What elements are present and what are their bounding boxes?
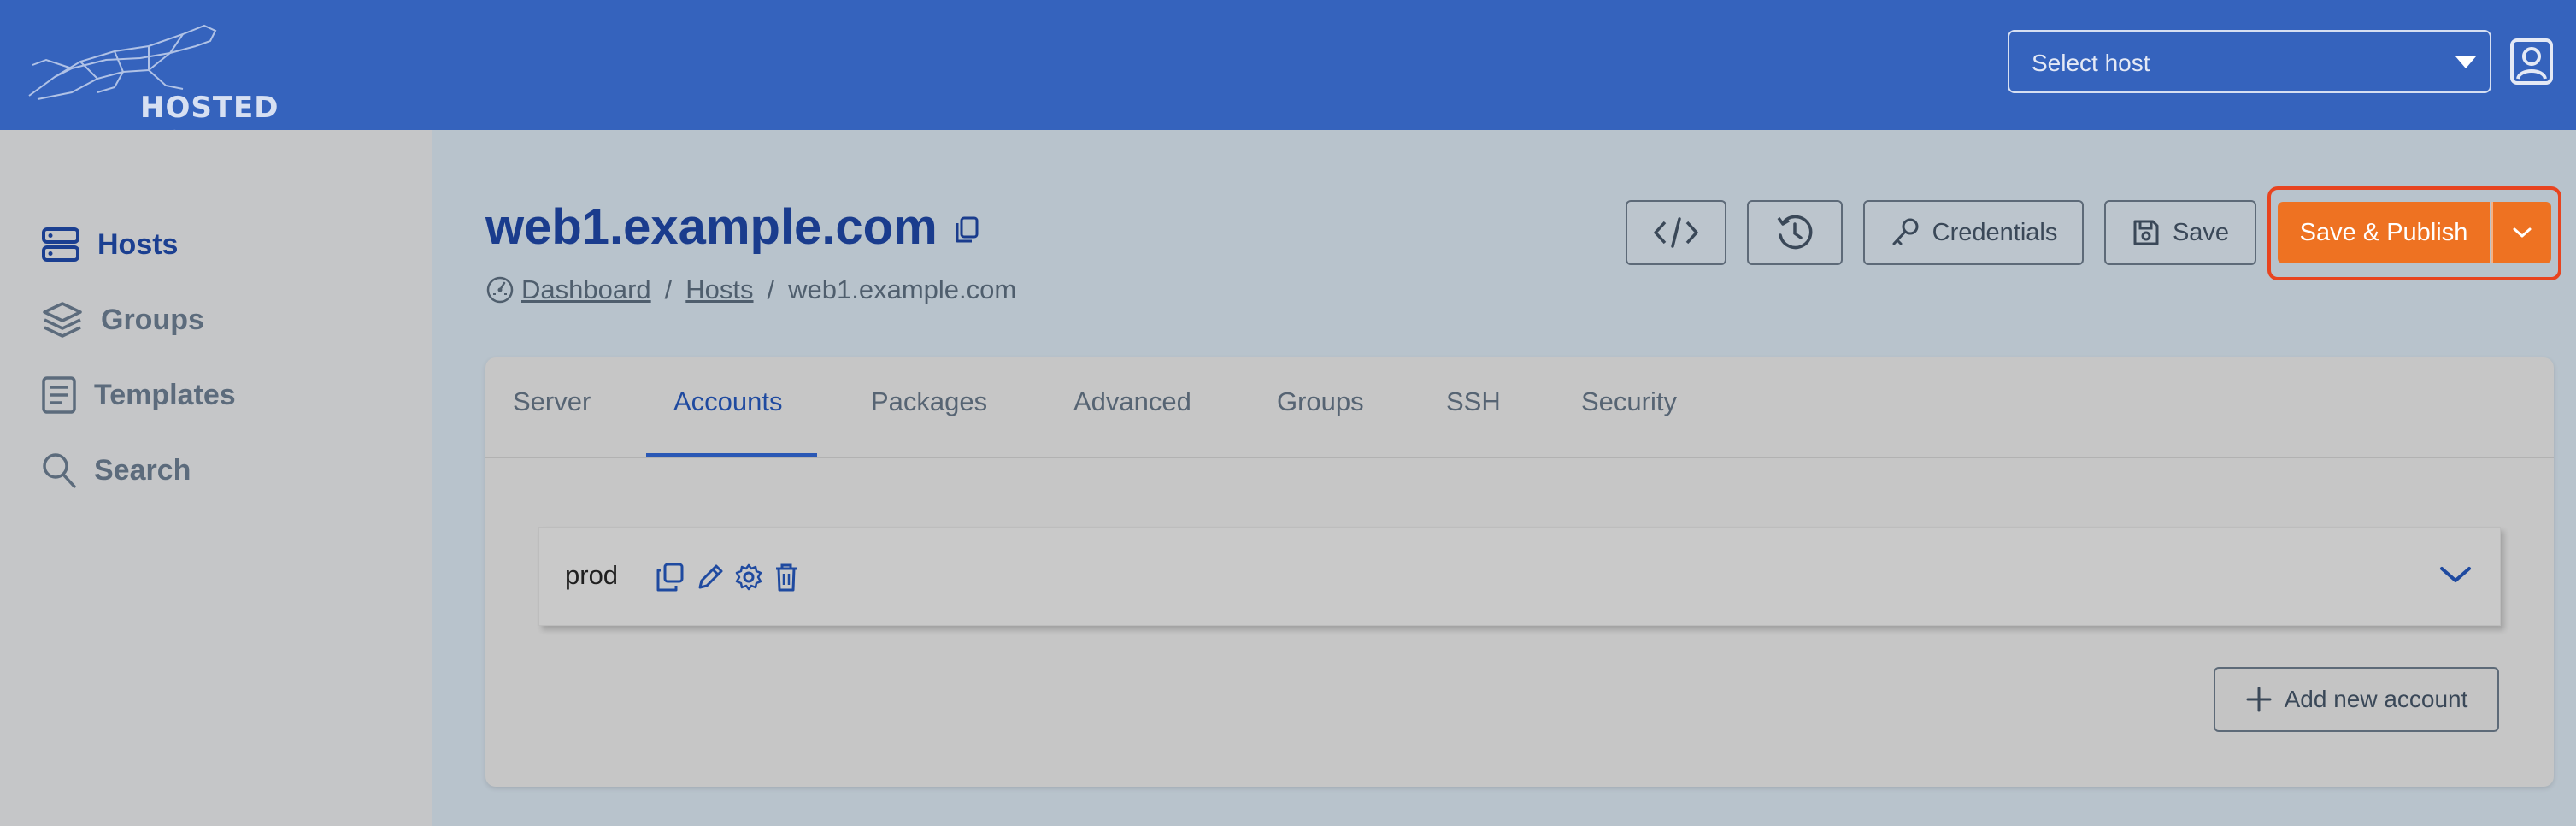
breadcrumb-dashboard[interactable]: Dashboard [521,274,651,305]
add-new-account-button[interactable]: Add new account [2214,667,2499,732]
active-tab-indicator [646,453,817,457]
breadcrumb: Dashboard / Hosts / web1.example.com [485,273,1016,307]
tab-advanced[interactable]: Advanced [1073,386,1191,417]
history-icon [1777,215,1813,250]
breadcrumb-separator: / [767,274,775,304]
sidebar-item-label: Templates [94,378,236,411]
sidebar-item-groups[interactable]: Groups [41,294,400,345]
code-icon [1654,217,1698,248]
tab-packages[interactable]: Packages [871,386,987,417]
publish-options-button[interactable] [2491,202,2551,263]
save-label: Save [2172,218,2230,246]
plus-icon [2246,687,2272,712]
chevron-down-icon [2513,227,2532,238]
floppy-disk-icon [2133,220,2159,245]
copy-title-button[interactable] [954,215,979,249]
top-bar: HOSTED POWER Select host [0,0,2576,159]
chevron-down-icon [2440,567,2471,582]
tab-security[interactable]: Security [1581,386,1677,417]
expand-account-button[interactable] [2438,562,2473,592]
server-icon [42,227,79,262]
account-name: prod [565,560,619,590]
tab-groups[interactable]: Groups [1277,386,1364,417]
caret-down-icon [2455,56,2476,68]
sidebar-item-search[interactable]: Search [41,445,400,496]
sidebar-item-label: Search [94,453,191,487]
tab-server[interactable]: Server [513,386,591,417]
document-icon [42,376,76,414]
sidebar-item-label: Hosts [97,227,179,261]
account-actions [656,562,799,593]
sidebar-item-label: Groups [101,303,204,336]
sidebar: Hosts Groups Templates Search [0,130,432,826]
account-row[interactable]: prod [538,527,2501,626]
breadcrumb-hosts[interactable]: Hosts [685,274,753,305]
history-button[interactable] [1747,200,1843,265]
layers-icon [43,302,82,338]
view-code-button[interactable] [1626,200,1726,265]
user-account-button[interactable] [2509,38,2554,86]
dashboard-gauge-icon [486,276,514,304]
key-icon [1892,218,1919,245]
cheetah-logo-icon [28,24,217,100]
edit-pencil-icon[interactable] [695,562,724,593]
credentials-label: Credentials [1932,218,2058,246]
tab-bar: Server Accounts Packages Advanced Groups… [485,357,2554,458]
host-select-placeholder: Select host [2032,50,2150,76]
user-icon [2510,38,2553,85]
save-and-publish-button[interactable]: Save & Publish [2278,202,2490,263]
page-title: web1.example.com [485,199,938,255]
sidebar-item-hosts[interactable]: Hosts [41,219,400,270]
breadcrumb-separator: / [664,274,673,304]
tab-ssh[interactable]: SSH [1446,386,1501,417]
credentials-button[interactable]: Credentials [1863,200,2084,265]
trash-icon[interactable] [773,562,799,593]
host-select[interactable]: Select host [2008,30,2491,93]
breadcrumb-current: web1.example.com [788,274,1017,304]
save-button[interactable]: Save [2104,200,2256,265]
duplicate-icon[interactable] [656,562,685,593]
tab-accounts[interactable]: Accounts [673,386,783,417]
settings-gear-icon[interactable] [734,562,763,593]
add-new-account-label: Add new account [2284,686,2468,712]
brand-logo[interactable]: HOSTED POWER [21,17,379,159]
search-icon [43,453,76,488]
copy-icon [956,216,979,243]
sidebar-item-templates[interactable]: Templates [41,369,400,421]
